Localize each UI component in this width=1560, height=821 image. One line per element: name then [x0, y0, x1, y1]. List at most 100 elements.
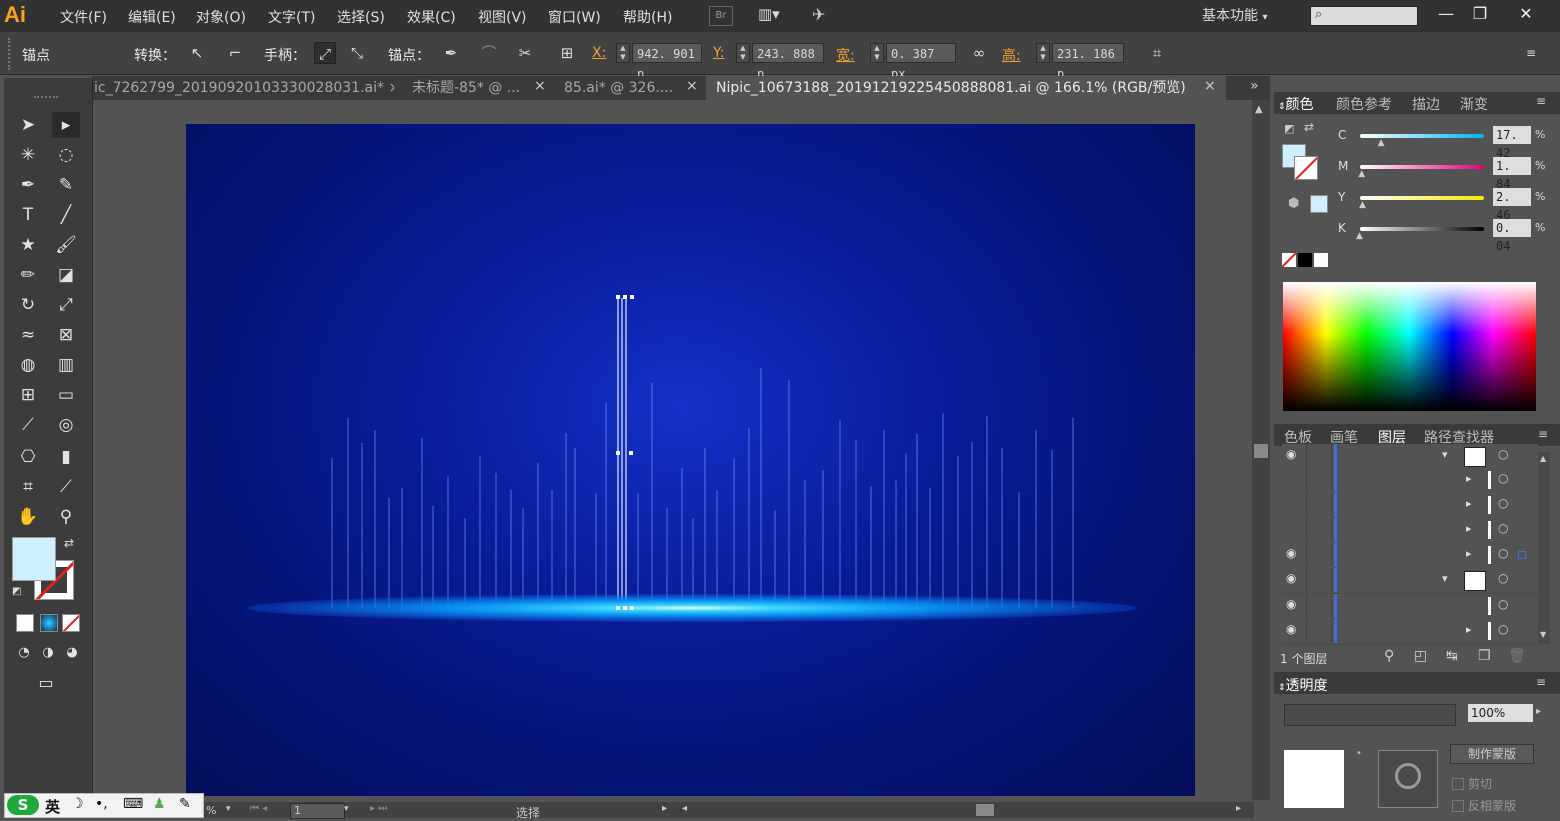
k-slider-track[interactable]	[1360, 227, 1484, 231]
mask-link-icon[interactable]: •	[1356, 748, 1362, 759]
tools-icon[interactable]: ✎	[179, 796, 191, 812]
scroll-left-icon[interactable]: ◂	[682, 803, 687, 814]
tab-color[interactable]: ⇕颜色	[1278, 94, 1314, 114]
default-colors-icon[interactable]: ◩	[1284, 122, 1294, 135]
star-tool-icon[interactable]: ★	[14, 232, 42, 258]
expand-arrow-icon[interactable]: ▾	[1442, 572, 1448, 585]
create-layer-icon[interactable]: ❐	[1478, 648, 1491, 664]
make-clipping-mask-icon[interactable]: ◰	[1414, 648, 1427, 664]
control-panel-menu-icon[interactable]: ≡	[1520, 42, 1542, 64]
y-field[interactable]: 243. 888 p	[752, 43, 824, 81]
layer-row[interactable]: ▸ ○	[1282, 493, 1538, 519]
menu-type[interactable]: 文字(T)	[268, 7, 315, 27]
convert-to-smooth-icon[interactable]: ⌐	[224, 42, 246, 64]
panel-menu-icon[interactable]: ≡	[1536, 94, 1546, 108]
scroll-thumb[interactable]	[1254, 444, 1268, 458]
eye-icon[interactable]: ◉	[1286, 597, 1296, 611]
scroll-up-icon[interactable]: ▲	[1255, 104, 1263, 115]
lock-toggle[interactable]	[1307, 594, 1332, 618]
visibility-toggle[interactable]	[1282, 518, 1307, 542]
layer-row[interactable]: ▸ ○	[1282, 468, 1538, 494]
c-value-field[interactable]: 17. 42	[1493, 126, 1531, 160]
connect-anchors-icon[interactable]: ⌒	[478, 42, 500, 64]
moon-icon[interactable]: ☽	[71, 796, 84, 812]
menu-effect[interactable]: 效果(C)	[407, 7, 456, 27]
menu-file[interactable]: 文件(F)	[60, 7, 107, 27]
layer-row[interactable]: ◉ ○	[1282, 594, 1538, 620]
horizontal-scroll-thumb[interactable]	[976, 804, 994, 816]
lock-toggle[interactable]	[1307, 543, 1332, 567]
target-circle-icon[interactable]: ○	[1498, 496, 1508, 510]
perspective-grid-tool-icon[interactable]: ▥	[52, 352, 80, 378]
expand-arrow-icon[interactable]: ▸	[1466, 522, 1472, 535]
workspace-switcher[interactable]: 基本功能 ▾	[1202, 5, 1267, 25]
target-circle-icon[interactable]: ○	[1498, 571, 1508, 585]
graph-tool-icon[interactable]: ▮	[52, 444, 80, 470]
opacity-field[interactable]: 100%	[1468, 704, 1533, 722]
tab-document-2[interactable]: 未标题-85* @ ...	[410, 76, 524, 100]
target-circle-icon[interactable]: ○	[1498, 521, 1508, 535]
blend-mode-select[interactable]	[1284, 704, 1456, 726]
bridge-button[interactable]: Br	[709, 6, 733, 26]
artboard-number-field[interactable]: 1	[290, 803, 345, 819]
none-mode-icon[interactable]	[62, 614, 80, 632]
color-spectrum-picker[interactable]	[1283, 282, 1536, 411]
tab-document-1[interactable]: ic_7262799_20190920103330028031.ai* ×	[92, 76, 394, 100]
artboard-dropdown-icon[interactable]: ▾	[344, 804, 349, 814]
y-value-field[interactable]: 2. 46	[1493, 188, 1531, 222]
tab-stroke[interactable]: 描边	[1412, 94, 1440, 114]
menu-select[interactable]: 选择(S)	[337, 7, 385, 27]
layers-scrollbar[interactable]: ▲ ▼	[1538, 452, 1550, 644]
mask-thumbnail[interactable]	[1378, 750, 1438, 808]
restore-button[interactable]: ❐	[1466, 4, 1494, 24]
panel-menu-icon[interactable]: ≡	[1538, 427, 1548, 441]
anchor-points-overlay[interactable]	[186, 124, 1195, 796]
lock-toggle[interactable]	[1307, 518, 1332, 542]
gradient-tool-icon[interactable]: ▭	[52, 382, 80, 408]
out-of-gamut-icon[interactable]: ⬢	[1288, 196, 1299, 211]
eye-icon[interactable]: ◉	[1286, 622, 1296, 636]
draw-inside-icon[interactable]: ◕	[58, 640, 86, 666]
width-tool-icon[interactable]: ≈	[14, 322, 42, 348]
vertical-scrollbar[interactable]: ▲	[1252, 100, 1270, 800]
lock-toggle[interactable]	[1307, 444, 1332, 468]
default-fill-stroke-icon[interactable]: ◩	[12, 586, 21, 597]
invert-mask-checkbox[interactable]	[1452, 800, 1464, 812]
visibility-toggle[interactable]	[1282, 493, 1307, 517]
tab-document-active[interactable]: Nipic_10673188_20191219225450888081.ai @…	[706, 76, 1226, 100]
layer-row[interactable]: ◉ ▾ ○	[1282, 444, 1538, 470]
keyboard-icon[interactable]: ⌨	[123, 796, 143, 812]
curvature-tool-icon[interactable]: ✎	[52, 172, 80, 198]
tab-close-icon[interactable]: ×	[686, 78, 698, 94]
target-circle-icon[interactable]: ○	[1498, 622, 1508, 636]
white-swatch[interactable]	[1314, 253, 1328, 267]
black-swatch[interactable]	[1298, 253, 1312, 267]
tab-document-3[interactable]: 85.ai* @ 326....	[562, 76, 674, 100]
target-circle-icon[interactable]: ○	[1498, 471, 1508, 485]
help-search-input[interactable]: ⌕	[1310, 6, 1418, 26]
lock-toggle[interactable]	[1307, 619, 1332, 643]
scroll-up-icon[interactable]: ▲	[1540, 454, 1546, 463]
menu-edit[interactable]: 编辑(E)	[128, 7, 176, 27]
isolate-points-icon[interactable]: ⊞	[556, 42, 578, 64]
selection-tool-icon[interactable]: ➤	[14, 112, 42, 138]
tab-close-icon[interactable]: ×	[534, 78, 546, 94]
status-menu-icon[interactable]: ▸	[662, 803, 667, 814]
punctuation-icon[interactable]: •,	[95, 796, 108, 812]
layer-row[interactable]: ▸ ○	[1282, 518, 1538, 544]
minimize-button[interactable]: —	[1432, 4, 1460, 24]
expand-arrow-icon[interactable]: ▸	[1466, 547, 1472, 560]
create-sublayer-icon[interactable]: ↹	[1446, 648, 1458, 664]
show-handles-icon[interactable]: ⤢	[314, 42, 336, 64]
lock-toggle[interactable]	[1307, 493, 1332, 517]
menu-object[interactable]: 对象(O)	[196, 7, 246, 27]
lock-toggle[interactable]	[1307, 568, 1332, 592]
cut-path-icon[interactable]: ✂	[514, 42, 536, 64]
link-proportions-icon[interactable]: ∞	[968, 42, 990, 64]
layer-row[interactable]: ◉ ▸ ○	[1282, 619, 1538, 645]
tab-close-icon[interactable]: ×	[1204, 78, 1216, 94]
slice-tool-icon[interactable]: ⟋	[52, 474, 80, 500]
k-value-field[interactable]: 0. 04	[1493, 219, 1531, 253]
scale-tool-icon[interactable]: ⤢	[52, 292, 80, 318]
eyedropper-tool-icon[interactable]: ⟋	[14, 412, 42, 438]
